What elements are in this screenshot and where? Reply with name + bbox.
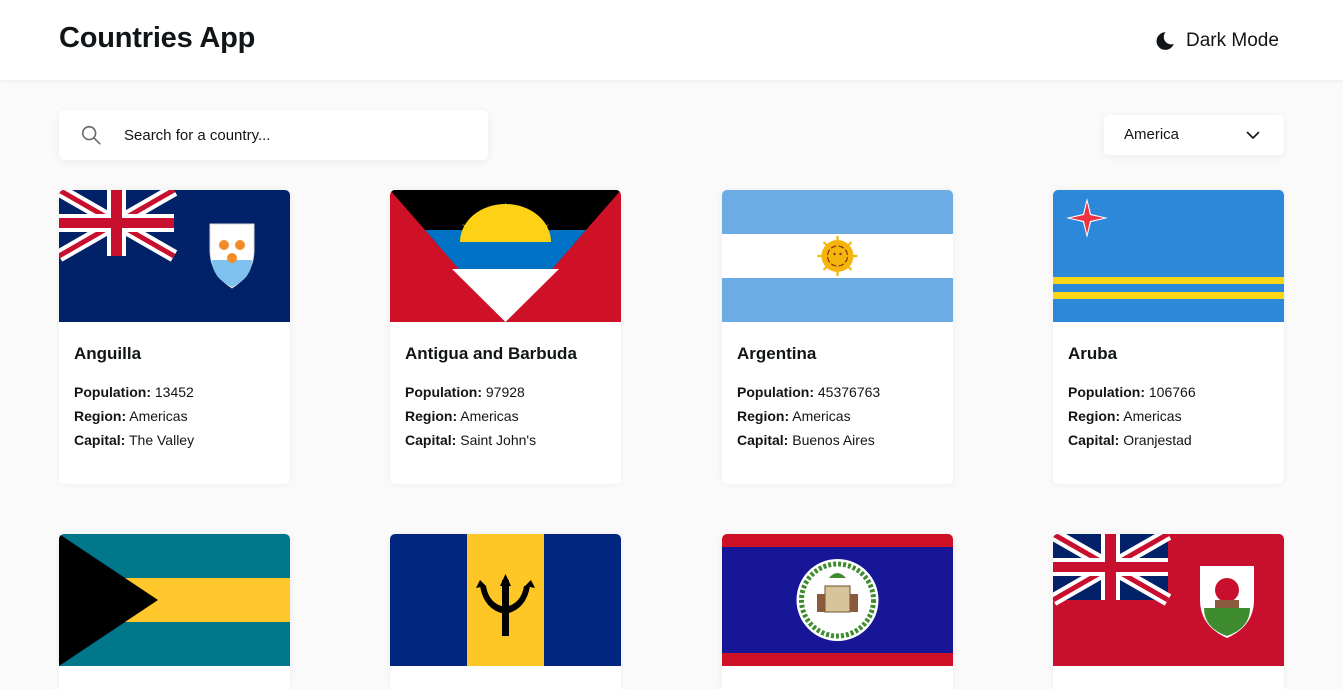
population-row: Population: 106766: [1068, 384, 1196, 400]
region-value: Americas: [1123, 408, 1182, 424]
dark-mode-toggle[interactable]: Dark Mode: [1154, 27, 1279, 55]
population-value: 13452: [154, 384, 194, 400]
region-row: Region: Americas: [405, 408, 519, 424]
flag-belize: [722, 534, 953, 666]
chevron-down-icon: [1246, 131, 1260, 139]
app-header: Countries App Dark Mode: [0, 0, 1343, 80]
capital-row: Capital: Saint John's: [405, 432, 537, 448]
country-card-antigua-and-barbuda[interactable]: Antigua and Barbuda Population: 97928 Re…: [390, 190, 621, 484]
flag-bermuda: [1053, 534, 1284, 666]
capital-value: Buenos Aires: [792, 432, 875, 448]
country-card-bermuda[interactable]: [1053, 534, 1284, 689]
capital-value: Saint John's: [460, 432, 537, 448]
country-card-bahamas[interactable]: [59, 534, 290, 689]
region-value: Americas: [129, 408, 188, 424]
country-card-belize[interactable]: [722, 534, 953, 689]
population-row: Population: 45376763: [737, 384, 881, 400]
population-value: 45376763: [817, 384, 881, 400]
capital-row: Capital: Oranjestad: [1068, 432, 1192, 448]
country-name: Anguilla: [74, 344, 142, 363]
population-value: 106766: [1148, 384, 1196, 400]
region-row: Region: Americas: [1068, 408, 1182, 424]
dark-mode-label: Dark Mode: [1186, 30, 1279, 51]
population-value: 97928: [485, 384, 525, 400]
region-value: Americas: [460, 408, 519, 424]
flag-bahamas: [59, 534, 290, 666]
flag-argentina: [722, 190, 953, 322]
search-box[interactable]: [59, 110, 488, 160]
search-icon: [81, 125, 101, 145]
country-card-barbados[interactable]: [390, 534, 621, 689]
capital-row: Capital: The Valley: [74, 432, 195, 448]
region-row: Region: Americas: [74, 408, 188, 424]
flag-aruba: [1053, 190, 1284, 322]
app-title: Countries App: [59, 22, 256, 54]
moon-icon: [1156, 32, 1174, 50]
flag-antigua-and-barbuda: [390, 190, 621, 322]
region-value: Americas: [792, 408, 851, 424]
country-name: Antigua and Barbuda: [405, 344, 577, 363]
country-name: Aruba: [1068, 344, 1118, 363]
region-filter-value: America: [1124, 126, 1180, 143]
country-card-argentina[interactable]: Argentina Population: 45376763 Region: A…: [722, 190, 953, 484]
country-card-aruba[interactable]: Aruba Population: 106766 Region: America…: [1053, 190, 1284, 484]
capital-value: The Valley: [128, 432, 195, 448]
search-input[interactable]: [124, 110, 474, 160]
country-card-anguilla[interactable]: Anguilla Population: 13452 Region: Ameri…: [59, 190, 290, 484]
capital-row: Capital: Buenos Aires: [737, 432, 875, 448]
capital-value: Oranjestad: [1123, 432, 1192, 448]
flag-anguilla: [59, 190, 290, 322]
region-row: Region: Americas: [737, 408, 851, 424]
population-row: Population: 97928: [405, 384, 525, 400]
flag-barbados: [390, 534, 621, 666]
population-row: Population: 13452: [74, 384, 194, 400]
region-filter-select[interactable]: America: [1104, 115, 1284, 155]
country-name: Argentina: [737, 344, 817, 363]
